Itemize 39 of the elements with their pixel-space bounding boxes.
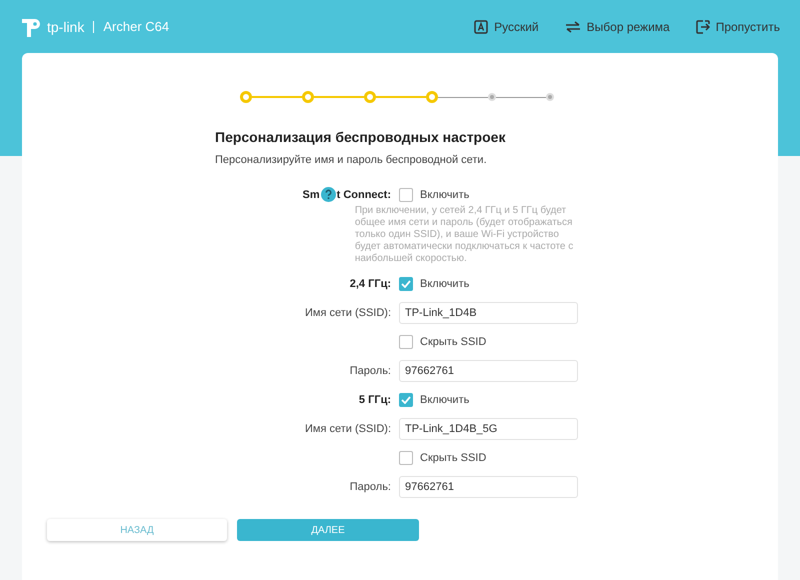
page-title: Персонализация беспроводных настроек	[215, 129, 506, 145]
help-icon[interactable]	[320, 187, 336, 202]
checkbox[interactable]	[399, 276, 413, 290]
checkbox-label: Включить	[420, 278, 470, 290]
checkbox[interactable]	[399, 334, 413, 348]
model-name: Archer C64	[103, 19, 170, 34]
brand-name: tp-link	[47, 18, 84, 34]
help-note: При включении, у сетей 2,4 ГГц и 5 ГГц будет общее имя сети и пароль (будет отображаться только один SSID), и ваше Wi-Fi устройство будет автоматически подключаться к частоте с наибольшей скоростью.	[354, 205, 574, 265]
field-label: Имя сети (SSID):	[304, 306, 391, 318]
ssid-field[interactable]: TP-Link_1D4B	[399, 302, 578, 324]
checkbox[interactable]	[399, 188, 413, 202]
password-field[interactable]: 97662761	[399, 476, 578, 498]
checkbox[interactable]	[399, 450, 413, 464]
checkbox-label: Скрыть SSID	[420, 336, 486, 348]
header-link[interactable]: Пропустить	[696, 20, 780, 34]
checkbox-label: Включить	[420, 188, 470, 200]
progress-line	[252, 96, 302, 98]
band-label: 5 ГГц:	[358, 394, 391, 406]
page-subtitle: Персонализируйте имя и пароль беспроводной сети.	[215, 154, 488, 166]
header-link[interactable]: Русский	[474, 20, 539, 34]
label-text: Sm	[302, 188, 320, 200]
letter-a-icon	[474, 20, 488, 34]
band-label: 2,4 ГГц:	[350, 278, 391, 290]
swap-arrows-icon	[564, 20, 581, 32]
progress-line	[376, 96, 426, 98]
progress-line	[314, 96, 364, 98]
header-link[interactable]: Выбор режима	[564, 20, 670, 34]
checkbox-label: Скрыть SSID	[420, 452, 486, 464]
field-label: Пароль:	[350, 364, 391, 376]
ssid-field[interactable]: TP-Link_1D4B_5G	[399, 418, 578, 440]
checkbox-label: Включить	[420, 394, 470, 406]
progress-line	[496, 96, 546, 98]
password-field[interactable]: 97662761	[399, 360, 578, 382]
label-text: t Connect:	[336, 188, 391, 200]
checkbox[interactable]	[399, 392, 413, 406]
field-label: Имя сети (SSID):	[304, 422, 391, 434]
progress-line	[438, 96, 488, 98]
exit-icon	[696, 20, 710, 34]
field-label: Пароль:	[350, 480, 391, 492]
